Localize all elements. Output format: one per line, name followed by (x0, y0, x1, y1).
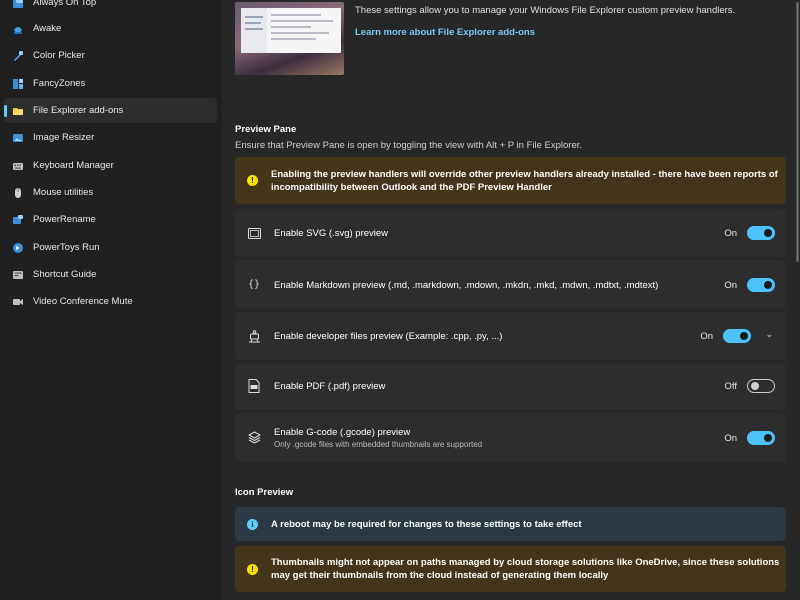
sidebar-item-powerrename[interactable]: PowerRename (4, 207, 217, 232)
reboot-info-bar: i A reboot may be required for changes t… (235, 507, 786, 541)
preview-pane-title: Preview Pane (235, 124, 297, 135)
sidebar-item-label: Image Resizer (33, 132, 95, 143)
sidebar-item-label: Mouse utilities (33, 187, 94, 198)
preview-pane-subtitle: Ensure that Preview Pane is open by togg… (235, 140, 583, 151)
sidebar-item-label: File Explorer add-ons (33, 105, 124, 116)
sidebar-item-label: PowerRename (33, 214, 96, 225)
learn-more-link[interactable]: Learn more about File Explorer add-ons (355, 27, 535, 38)
main-content: These settings allow you to manage your … (222, 0, 800, 600)
info-message: A reboot may be required for changes to … (271, 518, 582, 530)
keyboard-icon (11, 159, 25, 173)
fancyzones-icon (11, 77, 25, 91)
icon-preview-title: Icon Preview (235, 487, 294, 498)
warning-message: Thumbnails might not appear on paths man… (271, 557, 780, 581)
sidebar-item-always-on-top[interactable]: Always On Top (4, 0, 217, 15)
gcode-preview-setting: Enable G-code (.gcode) preview Only .gco… (235, 413, 786, 462)
sidebar-item-label: Awake (33, 23, 62, 34)
awake-icon (11, 22, 25, 36)
markdown-preview-state: On (724, 280, 737, 291)
developer-files-preview-label: Enable developer files preview (Example:… (274, 331, 503, 342)
sidebar-item-label: Always On Top (33, 0, 97, 8)
svg-preview-toggle[interactable] (747, 226, 775, 240)
sidebar-item-powertoys-run[interactable]: PowerToys Run (4, 235, 217, 260)
sidebar: Always On Top Awake Color Picker FancyZo… (0, 0, 222, 600)
sidebar-item-label: FancyZones (33, 78, 86, 89)
warning-icon: ! (247, 563, 258, 575)
sidebar-item-shortcut-guide[interactable]: Shortcut Guide (4, 262, 217, 287)
layers-icon (247, 430, 261, 444)
svg-preview-setting: Enable SVG (.svg) preview On (235, 209, 786, 257)
chevron-down-icon[interactable]: ⌄ (765, 329, 773, 340)
pdf-preview-state: Off (724, 381, 738, 392)
sidebar-item-label: PowerToys Run (33, 242, 100, 253)
powertoys-run-icon (11, 241, 25, 255)
gcode-preview-description: Only .gcode files with embedded thumbnai… (274, 440, 483, 449)
gcode-preview-toggle[interactable] (747, 431, 775, 445)
sidebar-item-color-picker[interactable]: Color Picker (4, 43, 217, 68)
developer-icon (247, 329, 261, 343)
pdf-icon (247, 379, 261, 393)
sidebar-item-video-conference-mute[interactable]: Video Conference Mute (4, 289, 217, 314)
gcode-preview-label: Enable G-code (.gcode) preview (274, 427, 411, 438)
svg-preview-label: Enable SVG (.svg) preview (274, 228, 389, 239)
svg-preview-state: On (724, 228, 737, 239)
warning-icon: ! (247, 175, 258, 186)
mouse-icon (11, 186, 25, 200)
power-rename-icon (11, 213, 25, 227)
gcode-preview-state: On (724, 433, 737, 444)
markdown-preview-toggle[interactable] (747, 278, 775, 292)
info-icon: i (247, 518, 258, 530)
sidebar-item-fancyzones[interactable]: FancyZones (4, 71, 217, 96)
sidebar-item-label: Shortcut Guide (33, 269, 97, 280)
thumbnails-warning: ! Thumbnails might not appear on paths m… (235, 546, 786, 592)
sidebar-item-file-explorer-add-ons[interactable]: File Explorer add-ons (4, 98, 217, 123)
markdown-preview-label: Enable Markdown preview (.md, .markdown,… (274, 280, 659, 291)
preview-handlers-warning: ! Enabling the preview handlers will ove… (235, 157, 786, 204)
folder-icon (11, 104, 25, 118)
video-conference-icon (11, 295, 25, 309)
sidebar-item-awake[interactable]: Awake (4, 16, 217, 41)
image-frame-icon (247, 226, 261, 240)
image-resizer-icon (11, 131, 25, 145)
always-on-top-icon (11, 0, 25, 10)
pdf-preview-toggle[interactable] (747, 379, 775, 393)
page-description: These settings allow you to manage your … (355, 5, 736, 16)
developer-files-preview-setting[interactable]: Enable developer files preview (Example:… (235, 312, 786, 360)
shortcut-guide-icon (11, 268, 25, 282)
markdown-preview-setting: {} Enable Markdown preview (.md, .markdo… (235, 260, 786, 309)
developer-files-preview-toggle[interactable] (723, 329, 751, 343)
sidebar-item-label: Color Picker (33, 50, 85, 61)
developer-files-preview-state: On (700, 331, 713, 342)
pdf-preview-setting: Enable PDF (.pdf) preview Off (235, 363, 786, 410)
sidebar-item-image-resizer[interactable]: Image Resizer (4, 125, 217, 150)
pdf-preview-label: Enable PDF (.pdf) preview (274, 381, 386, 392)
braces-icon: {} (247, 278, 261, 290)
color-picker-icon (11, 49, 25, 63)
sidebar-item-keyboard-manager[interactable]: Keyboard Manager (4, 153, 217, 178)
file-explorer-preview-image (235, 2, 344, 75)
sidebar-item-mouse-utilities[interactable]: Mouse utilities (4, 180, 217, 205)
sidebar-item-label: Keyboard Manager (33, 160, 114, 171)
warning-message: Enabling the preview handlers will overr… (271, 168, 778, 193)
sidebar-item-label: Video Conference Mute (33, 296, 133, 307)
selection-indicator (4, 105, 7, 117)
scrollbar[interactable] (796, 0, 799, 600)
